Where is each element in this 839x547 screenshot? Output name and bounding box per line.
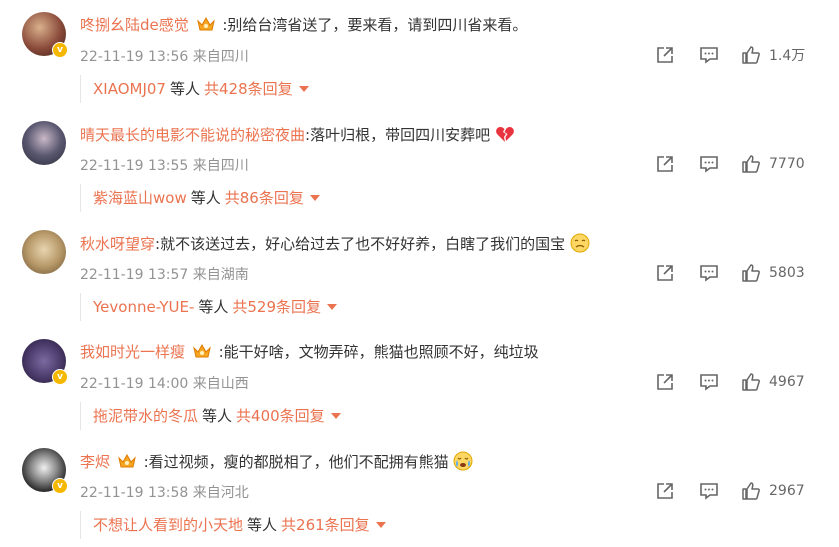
comment-text: :落叶归根，带回四川安葬吧 xyxy=(305,126,491,144)
reply-summary[interactable]: XIAOMJ07 等人 共428条回复 xyxy=(80,75,309,103)
comment-meta: 22-11-19 13:55 来自四川 xyxy=(80,158,249,174)
reply-username[interactable]: 紫海蓝山wow xyxy=(93,189,187,207)
crown-icon xyxy=(117,453,136,468)
share-icon[interactable] xyxy=(655,372,675,392)
verified-badge-icon: v xyxy=(52,369,68,385)
like-count: 7770 xyxy=(769,156,805,172)
crying-face-icon xyxy=(453,451,473,471)
comment-username[interactable]: 晴天最长的电影不能说的秘密夜曲 xyxy=(80,126,305,144)
chevron-down-icon[interactable] xyxy=(375,522,386,528)
verified-badge-icon: v xyxy=(52,42,68,58)
comment-meta: 22-11-19 14:00 来自山西 xyxy=(80,376,249,392)
reply-count-link[interactable]: 共400条回复 xyxy=(236,407,325,425)
comment-meta: 22-11-19 13:57 来自湖南 xyxy=(80,267,249,283)
comment-icon[interactable] xyxy=(699,481,719,501)
reply-others-label: 等人 xyxy=(198,298,229,316)
reply-count-link[interactable]: 共86条回复 xyxy=(225,189,304,207)
reply-summary[interactable]: Yevonne-YUE- 等人 共529条回复 xyxy=(80,293,338,321)
chevron-down-icon[interactable] xyxy=(330,413,341,419)
avatar[interactable] xyxy=(22,230,66,274)
comment-text: :看过视频，瘦的都脱相了，他们不配拥有熊猫 xyxy=(143,453,449,471)
share-icon[interactable] xyxy=(655,45,675,65)
reply-others-label: 等人 xyxy=(247,516,278,534)
reply-others-label: 等人 xyxy=(202,407,233,425)
like-icon[interactable] xyxy=(741,481,761,501)
broken-heart-icon xyxy=(495,126,514,142)
reply-others-label: 等人 xyxy=(190,189,221,207)
crown-icon xyxy=(192,343,211,358)
reply-username[interactable]: XIAOMJ07 xyxy=(93,80,166,98)
like-icon[interactable] xyxy=(741,45,761,65)
like-icon[interactable] xyxy=(741,263,761,283)
reply-others-label: 等人 xyxy=(169,80,200,98)
comment-icon[interactable] xyxy=(699,45,719,65)
reply-count-link[interactable]: 共529条回复 xyxy=(232,298,321,316)
comment-username[interactable]: 李烬 xyxy=(80,453,110,471)
like-count: 5803 xyxy=(769,265,805,281)
comment-meta: 22-11-19 13:56 来自四川 xyxy=(80,49,249,65)
like-icon[interactable] xyxy=(741,154,761,174)
comment-item: 晴天最长的电影不能说的秘密夜曲:落叶归根，带回四川安葬吧 22-11-19 13… xyxy=(0,109,839,217)
comment-text: :别给台湾省送了，要来看，请到四川省来看。 xyxy=(222,16,528,34)
like-count: 1.4万 xyxy=(769,48,806,64)
share-icon[interactable] xyxy=(655,263,675,283)
like-icon[interactable] xyxy=(741,372,761,392)
comment-text: :能干好啥，文物弄碎，熊猫也照顾不好，纯垃圾 xyxy=(218,343,539,361)
comment-username[interactable]: 我如时光一样瘦 xyxy=(80,343,185,361)
share-icon[interactable] xyxy=(655,481,675,501)
reply-count-link[interactable]: 共428条回复 xyxy=(204,80,293,98)
reply-summary[interactable]: 紫海蓝山wow 等人 共86条回复 xyxy=(80,184,320,212)
comment-item: v 我如时光一样瘦 :能干好啥，文物弄碎，熊猫也照顾不好，纯垃圾 22-11-1… xyxy=(0,327,839,435)
comment-meta: 22-11-19 13:58 来自河北 xyxy=(80,485,249,501)
verified-badge-icon: v xyxy=(52,478,68,494)
like-count: 2967 xyxy=(769,483,805,499)
chevron-down-icon[interactable] xyxy=(327,304,338,310)
share-icon[interactable] xyxy=(655,154,675,174)
reply-username[interactable]: 拖泥带水的冬瓜 xyxy=(93,407,198,425)
comment-item: v 咚捌幺陆de感觉 :别给台湾省送了，要来看，请到四川省来看。 22-11-1… xyxy=(0,0,839,108)
comment-username[interactable]: 秋水呀望穿 xyxy=(80,235,155,253)
comment-icon[interactable] xyxy=(699,154,719,174)
comment-text: :就不该送过去，好心给过去了也不好好养，白瞎了我们的国宝 xyxy=(155,235,566,253)
reply-summary[interactable]: 不想让人看到的小天地 等人 共261条回复 xyxy=(80,511,386,539)
reply-username[interactable]: 不想让人看到的小天地 xyxy=(93,516,243,534)
crown-icon xyxy=(196,16,215,31)
comment-username[interactable]: 咚捌幺陆de感觉 xyxy=(80,16,189,34)
avatar[interactable] xyxy=(22,121,66,165)
reply-count-link[interactable]: 共261条回复 xyxy=(281,516,370,534)
sad-face-icon xyxy=(570,233,590,253)
comment-item: 秋水呀望穿:就不该送过去，好心给过去了也不好好养，白瞎了我们的国宝 22-11-… xyxy=(0,218,839,326)
comment-item: v 李烬 :看过视频，瘦的都脱相了，他们不配拥有熊猫 22-11-19 13:5… xyxy=(0,436,839,544)
chevron-down-icon[interactable] xyxy=(309,195,320,201)
comment-icon[interactable] xyxy=(699,263,719,283)
comment-icon[interactable] xyxy=(699,372,719,392)
chevron-down-icon[interactable] xyxy=(298,86,309,92)
reply-username[interactable]: Yevonne-YUE- xyxy=(93,298,194,316)
like-count: 4967 xyxy=(769,374,805,390)
reply-summary[interactable]: 拖泥带水的冬瓜 等人 共400条回复 xyxy=(80,402,341,430)
